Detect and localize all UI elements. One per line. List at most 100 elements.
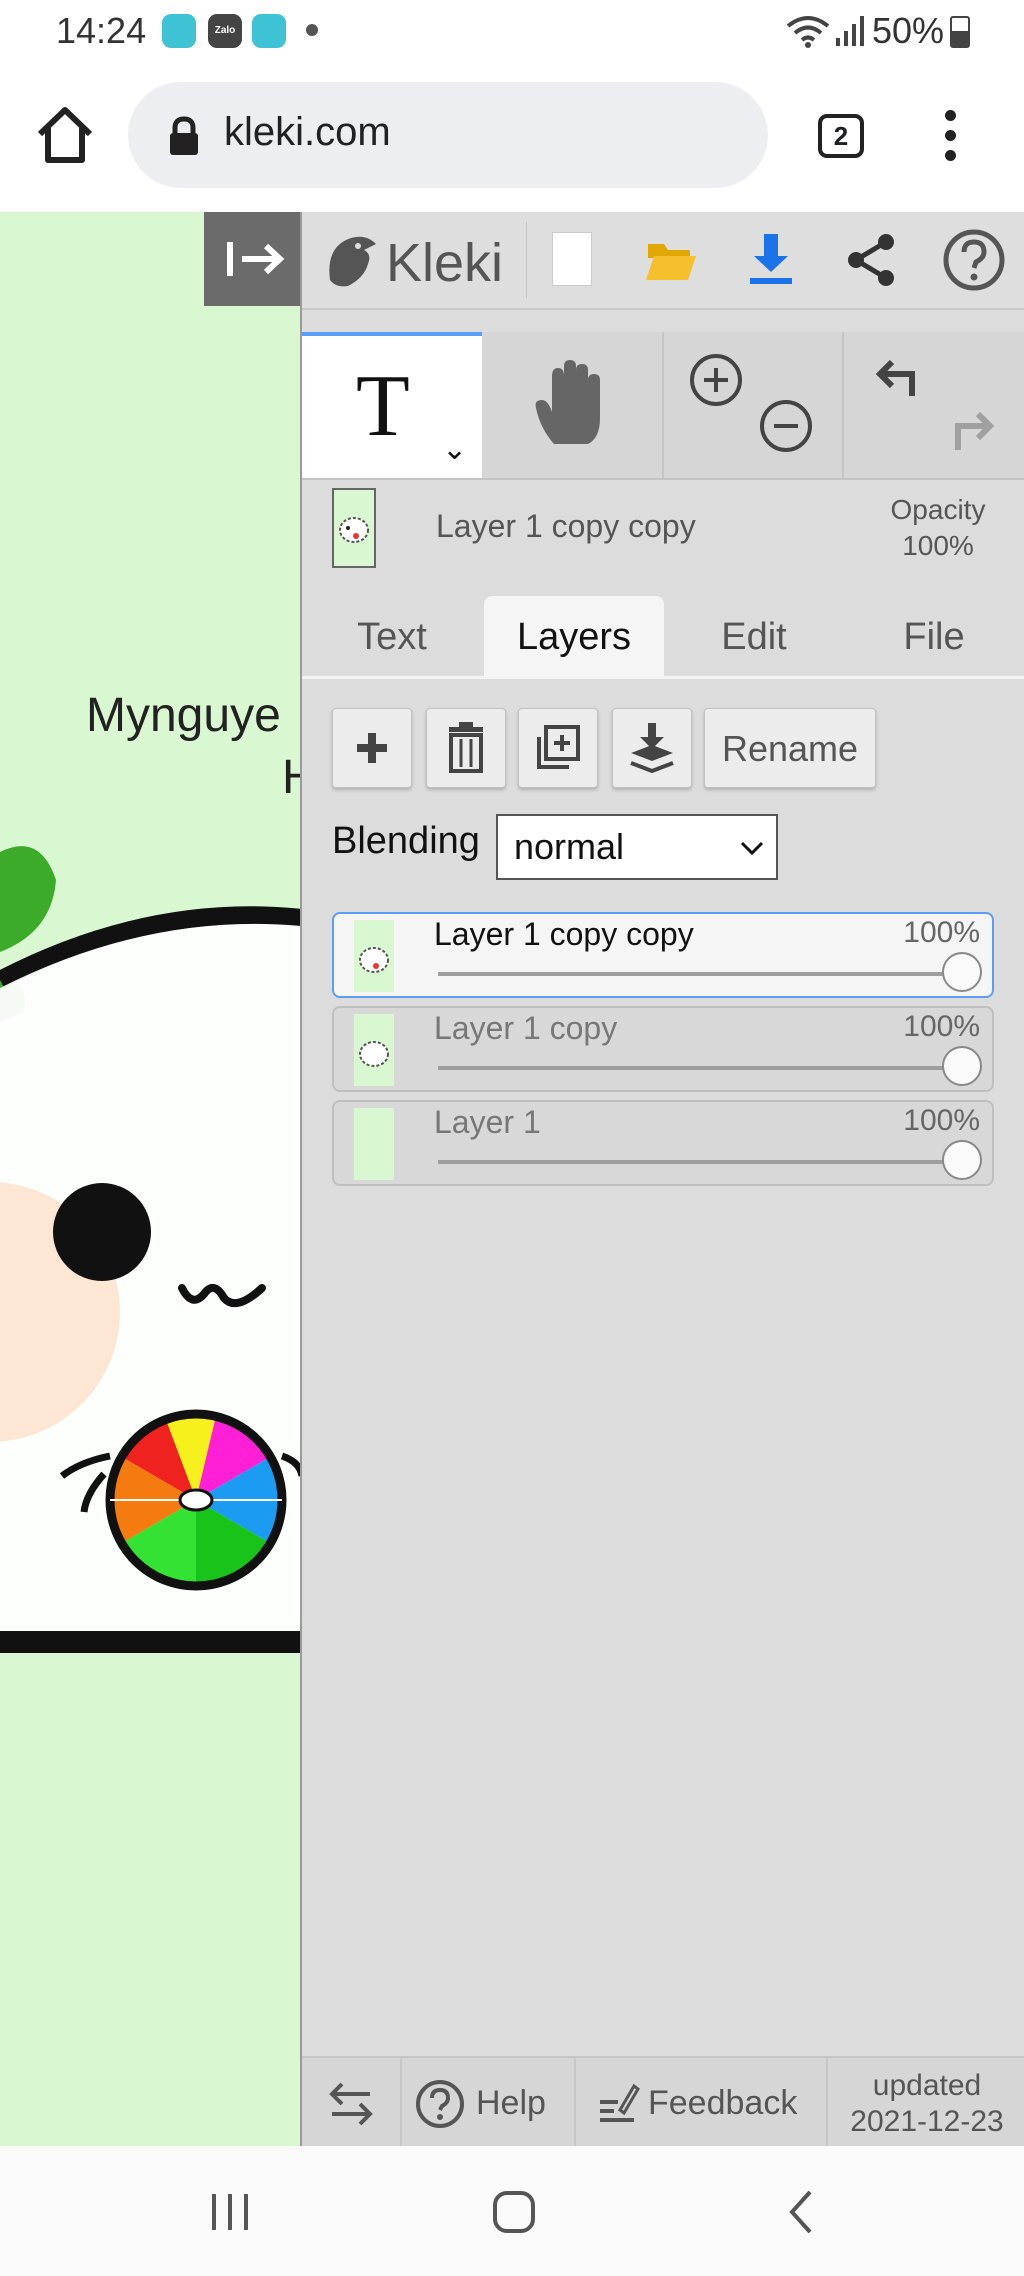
opacity-label: Opacity: [890, 494, 986, 525]
divider: [826, 2058, 828, 2148]
tab-file[interactable]: File: [844, 596, 1024, 676]
drawing-canvas[interactable]: Mynguye H: [0, 212, 302, 2146]
opacity-value: 100%: [902, 530, 974, 561]
active-layer-opacity: Opacity 100%: [868, 492, 1008, 564]
help-button[interactable]: Help: [402, 2058, 574, 2148]
browser-toolbar: kleki.com 2: [0, 62, 1024, 213]
layer-thumbnail: [354, 920, 394, 992]
text-tool-button[interactable]: T ⌄: [302, 332, 482, 478]
recent-apps-icon[interactable]: [206, 2190, 254, 2234]
signal-icon: [836, 16, 864, 46]
trash-icon: [449, 722, 483, 773]
app-topbar: Kleki: [302, 212, 1024, 310]
plus-icon: [357, 733, 387, 763]
tab-text[interactable]: Text: [302, 596, 482, 676]
delete-layer-button[interactable]: [426, 708, 506, 788]
kleki-bird-icon: [329, 236, 376, 287]
merge-down-button[interactable]: [612, 708, 692, 788]
slider-handle[interactable]: [942, 952, 982, 992]
back-nav-icon[interactable]: [782, 2188, 822, 2236]
layer-name[interactable]: Layer 1 copy: [434, 1010, 617, 1047]
browser-menu-icon[interactable]: [938, 110, 962, 170]
layer-thumb-drawing: [339, 517, 369, 543]
active-layer-name: Layer 1 copy copy: [436, 508, 696, 544]
kleki-logo-text: Kleki: [386, 233, 504, 293]
blending-label: Blending: [332, 820, 480, 862]
add-layer-button[interactable]: [332, 708, 412, 788]
wifi-icon: [786, 16, 830, 48]
undo-icon[interactable]: [870, 350, 926, 406]
layer-thumb-drawing: [359, 1041, 389, 1067]
swap-arrows-icon[interactable]: [326, 2080, 376, 2128]
tab-switcher-button[interactable]: 2: [818, 114, 864, 158]
feedback-pen-icon: [600, 2083, 640, 2122]
slider-handle[interactable]: [942, 1140, 982, 1180]
side-panel: Kleki T ⌄ Layer 1 copy copy Opacity 100%…: [302, 212, 1024, 2148]
zalo-label: Zalo: [214, 25, 236, 36]
url-text: kleki.com: [224, 110, 391, 154]
layer-opacity-slider[interactable]: [438, 1046, 982, 1086]
slider-handle[interactable]: [942, 1046, 982, 1086]
duplicate-layer-button[interactable]: [518, 708, 598, 788]
history-tools: [844, 332, 1024, 478]
layer-item[interactable]: Layer 1 copy 100%: [332, 1006, 994, 1092]
tool-options-chevron-icon[interactable]: ⌄: [442, 432, 467, 467]
updated-value: 2021-12-23: [850, 2105, 1004, 2138]
layer-opacity-slider[interactable]: [438, 1140, 982, 1180]
layer-item[interactable]: Layer 1 100%: [332, 1100, 994, 1186]
notification-dot-icon: [306, 24, 318, 36]
home-icon[interactable]: [30, 100, 100, 170]
rename-layer-button[interactable]: Rename: [704, 708, 876, 788]
help-circle-icon: [416, 2080, 464, 2128]
zoom-in-icon[interactable]: [688, 352, 744, 408]
zoom-tools: [664, 332, 844, 478]
download-icon[interactable]: [746, 232, 796, 288]
battery-icon: [950, 16, 970, 48]
zalo-icon: Zalo: [208, 14, 242, 48]
panel-footer: Help Feedback updated 2021-12-23: [302, 2056, 1024, 2148]
share-icon[interactable]: [844, 232, 898, 288]
blending-value: normal: [514, 826, 625, 867]
text-tool-icon: T: [356, 358, 410, 455]
open-folder-icon[interactable]: [644, 234, 698, 286]
battery-percentage: 50%: [872, 10, 945, 51]
canvas-drawing: [0, 846, 300, 1653]
layer-thumbnail: [354, 1014, 394, 1086]
layer-thumb-drawing: [359, 947, 389, 973]
hand-tool-button[interactable]: [482, 332, 664, 478]
updated-date: updated 2021-12-23: [842, 2068, 1012, 2140]
messenger-icon: [252, 14, 286, 48]
url-bar[interactable]: kleki.com: [128, 82, 768, 188]
tab-layers[interactable]: Layers: [484, 596, 664, 676]
updated-label: updated: [872, 2069, 982, 2102]
status-bar: 14:24 Zalo 50%: [0, 0, 1024, 62]
home-nav-icon[interactable]: [490, 2188, 538, 2236]
layer-thumbnail: [354, 1108, 394, 1180]
merge-down-icon: [630, 723, 674, 774]
new-file-icon[interactable]: [552, 232, 592, 286]
layer-name[interactable]: Layer 1 copy copy: [434, 916, 694, 953]
lock-icon: [170, 116, 198, 155]
layer-item[interactable]: Layer 1 copy copy 100%: [332, 912, 994, 998]
help-circle-icon[interactable]: [942, 228, 1006, 292]
blending-select[interactable]: normal: [496, 814, 778, 880]
zoom-out-icon[interactable]: [758, 398, 814, 454]
layer-opacity: 100%: [903, 1010, 980, 1043]
divider: [526, 222, 527, 298]
messenger-icon: [162, 14, 196, 48]
help-label: Help: [476, 2084, 546, 2122]
tab-edit[interactable]: Edit: [664, 596, 844, 676]
redo-icon[interactable]: [944, 400, 1000, 456]
feedback-button[interactable]: Feedback: [576, 2058, 826, 2148]
tool-row: T ⌄: [302, 332, 1024, 480]
hand-icon: [535, 360, 600, 444]
layer-opacity-slider[interactable]: [438, 952, 982, 992]
feedback-label: Feedback: [648, 2084, 798, 2122]
layer-name[interactable]: Layer 1: [434, 1104, 541, 1141]
active-layer-thumbnail: [332, 488, 376, 568]
layer-opacity: 100%: [903, 1104, 980, 1137]
status-time: 14:24: [56, 10, 147, 51]
panel-tabs: Text Layers Edit File: [302, 580, 1024, 679]
kleki-logo[interactable]: Kleki: [324, 224, 516, 296]
active-layer-info: Layer 1 copy copy Opacity 100%: [302, 478, 1024, 578]
